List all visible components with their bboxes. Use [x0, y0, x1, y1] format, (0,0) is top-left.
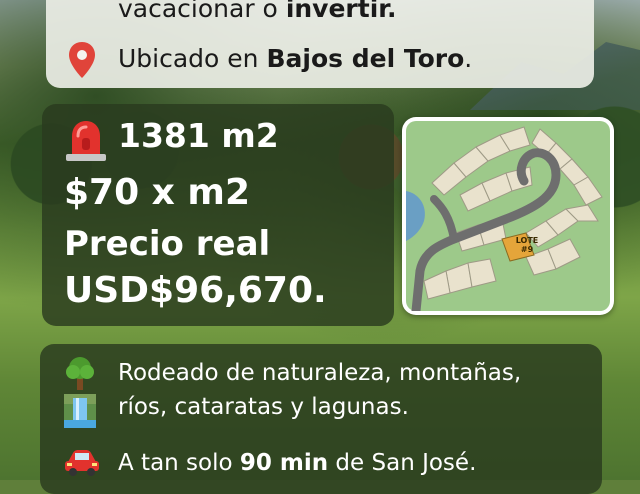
lot-area: 1381 m2 [118, 116, 279, 155]
site-map-drawing [406, 121, 610, 311]
site-map [402, 117, 614, 315]
feature-distance: A tan solo 90 min de San José. [118, 450, 477, 476]
real-price-value: USD$96,670. [64, 270, 327, 311]
tree-icon [66, 357, 94, 390]
price-per-m2: $70 x m2 [64, 172, 250, 213]
siren-icon [66, 121, 106, 161]
lot-label: LOTE #9 [515, 236, 539, 254]
real-price-label: Precio real [64, 224, 271, 264]
header-line1: vacacionar o invertir. [118, 0, 397, 23]
car-icon [65, 450, 99, 476]
feature-nature: Rodeado de naturaleza, montañas, [118, 360, 522, 386]
map-pin-icon [69, 42, 95, 78]
feature-water: ríos, cataratas y lagunas. [118, 394, 409, 420]
location-text: Ubicado en Bajos del Toro. [118, 44, 473, 73]
waterfall-icon [64, 394, 96, 428]
